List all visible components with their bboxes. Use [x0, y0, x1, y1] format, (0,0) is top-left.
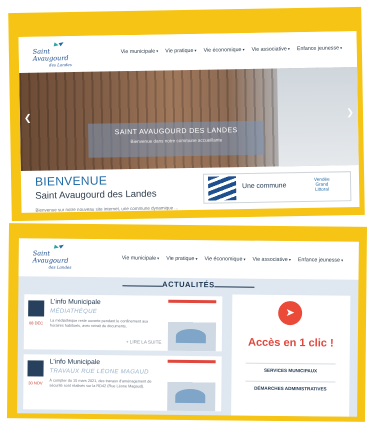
hero-slider[interactable]: ❮ ❯ SAINT AVAUGOURD DES LANDES Bienvenue… [19, 67, 359, 171]
news-image [167, 359, 216, 412]
nav-vie-pratique[interactable]: Vie pratique [165, 48, 196, 54]
news-subtitle: TRAVAUX RUE LÉONE MAGAUD [49, 368, 149, 376]
nav-enfance-jeunesse[interactable]: Enfance jeunesse [297, 45, 342, 52]
news-card[interactable]: 08 DEC L'info Municipale MÉDIATHÈQUE La … [23, 294, 223, 352]
nav-vie-economique[interactable]: Vie économique [204, 47, 245, 54]
town-logo-2[interactable]: Saint Avaugourd des Landes [29, 242, 77, 273]
news-section-title: ACTUALITÉS [162, 279, 215, 290]
news-image [167, 299, 217, 352]
badge-text: Une commune [242, 182, 287, 191]
news-date: 30 NOV [28, 380, 43, 386]
nav-vie-associative[interactable]: Vie associative [252, 257, 290, 263]
logo-line3: des Landes [48, 264, 72, 270]
news-title: L'info Municipale [50, 298, 101, 307]
link-demarches-administratives[interactable]: DÉMARCHES ADMINISTRATIVES [245, 380, 336, 392]
news-thumbnail [27, 360, 44, 377]
cursor-click-icon: ➤ [278, 300, 303, 326]
news-thumbnail [28, 300, 45, 317]
welcome-subheading: Saint Avaugourd des Landes [35, 188, 157, 202]
partner-line3: Littoral [315, 186, 329, 192]
vendee-flag-icon [207, 176, 237, 201]
news-subtitle: MÉDIATHÈQUE [50, 308, 98, 316]
hero-banner: SAINT AVAUGOURD DES LANDES Bienvenue dan… [88, 120, 265, 158]
logo-line3: des Landes [48, 62, 72, 68]
commune-badge[interactable]: Une commune Vendée Grand Littoral [202, 171, 352, 204]
main-nav: Vie municipale Vie pratique Vie économiq… [121, 45, 342, 55]
news-description: À compter du 15 mars 2021, des travaux d… [49, 378, 152, 389]
news-card[interactable]: 30 NOV L'info Municipale TRAVAUX RUE LÉO… [23, 354, 222, 412]
welcome-section: BIENVENUE Saint Avaugourd des Landes Bie… [35, 172, 178, 212]
nav-vie-municipale[interactable]: Vie municipale [122, 255, 160, 261]
logo-line2: Avaugourd [32, 255, 69, 265]
welcome-heading: BIENVENUE [34, 173, 108, 189]
nav-enfance-jeunesse[interactable]: Enfance jeunesse [298, 257, 343, 263]
news-title: L'info Municipale [49, 358, 101, 367]
read-more-link[interactable]: + LIRE LA SUITE [126, 339, 162, 344]
nav-vie-associative[interactable]: Vie associative [252, 46, 290, 53]
town-logo[interactable]: Saint Avaugourd des Landes [29, 40, 78, 71]
news-description: La médiathèque reste ouverte pendant le … [49, 318, 149, 329]
link-services-municipaux[interactable]: SERVICES MUNICIPAUX [245, 362, 336, 374]
partner-logo: Vendée Grand Littoral [314, 177, 330, 192]
news-date: 08 DEC [28, 320, 44, 326]
slider-prev-icon[interactable]: ❮ [24, 113, 32, 124]
homepage-screenshot-bottom: Saint Avaugourd des Landes Vie municipal… [17, 238, 359, 417]
quick-access-title: Accès en 1 clic ! [247, 336, 334, 350]
quick-access-panel: ➤ Accès en 1 clic ! SERVICES MUNICIPAUX … [231, 294, 351, 417]
hero-banner-title: SAINT AVAUGOURD DES LANDES [114, 127, 238, 137]
homepage-screenshot-top: Saint Avaugourd des Landes Vie municipal… [18, 31, 360, 213]
main-nav-2: Vie municipale Vie pratique Vie économiq… [122, 255, 343, 263]
site-header-2: Saint Avaugourd des Landes Vie municipal… [18, 238, 359, 280]
slider-next-icon[interactable]: ❯ [346, 107, 354, 118]
hero-banner-subtitle: Bienvenue dans notre commune accueillant… [130, 137, 223, 145]
nav-vie-municipale[interactable]: Vie municipale [121, 49, 159, 56]
logo-line2: Avaugourd [32, 53, 69, 63]
nav-vie-pratique[interactable]: Vie pratique [166, 256, 197, 262]
nav-vie-economique[interactable]: Vie économique [204, 256, 245, 262]
